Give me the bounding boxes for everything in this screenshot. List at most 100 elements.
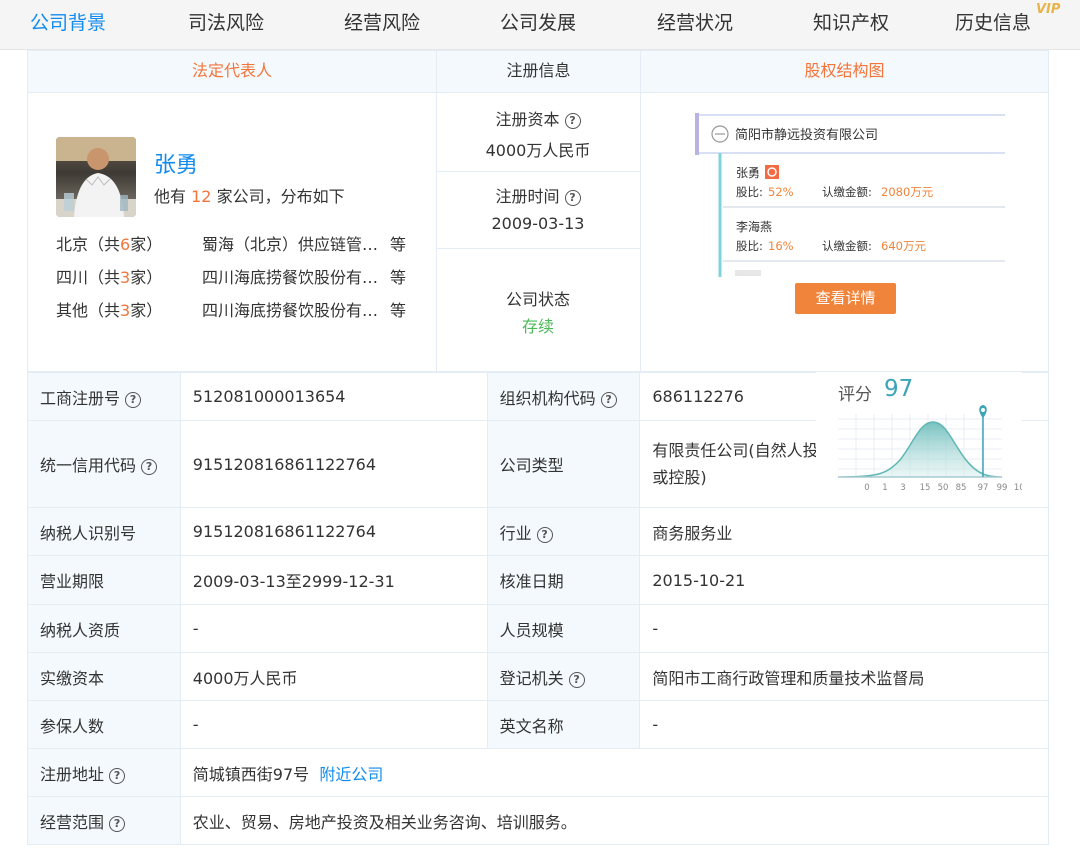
score-tick: 0: [864, 483, 869, 493]
taxpayer-qual-label: 纳税人资质: [27, 604, 181, 653]
help-icon[interactable]: ?: [564, 113, 581, 129]
region-etc: 等: [390, 268, 407, 287]
business-scope-label: 经营范围?: [27, 796, 181, 845]
top-nav: 公司背景 司法风险 经营风险 公司发展 经营状况 知识产权 历史信息 VIP: [0, 0, 1080, 50]
holder-name: 张勇: [736, 166, 760, 180]
score-tick: 85: [956, 483, 967, 493]
nearby-companies-link[interactable]: 附近公司: [319, 765, 383, 784]
tab-judicial-risk[interactable]: 司法风险: [188, 8, 264, 35]
term-value: 2009-03-13至2999-12-31: [179, 555, 488, 605]
approval-date-label: 核准日期: [486, 555, 641, 605]
holder-ratio-label: 股比:: [736, 185, 763, 199]
region-company-link[interactable]: 四川海底捞餐饮股份有限公司: [202, 264, 380, 288]
reg-date-value: 2009-03-13: [491, 214, 585, 233]
company-type-label: 公司类型: [486, 420, 641, 508]
help-icon[interactable]: ?: [141, 459, 158, 475]
region-label: 其他（共3家）: [56, 301, 163, 320]
table-row: 参保人数 - 英文名称 -: [27, 700, 1049, 749]
insured-value: -: [179, 700, 488, 749]
equity-root-name: 简阳市静远投资有限公司: [735, 127, 878, 143]
divider: [640, 51, 641, 371]
score-tick: 3: [900, 483, 905, 493]
equity-header: 股权结构图: [641, 51, 1048, 93]
region-etc: 等: [390, 235, 407, 254]
score-tick: 50: [938, 483, 949, 493]
insured-label: 参保人数: [27, 700, 181, 749]
table-row: 实缴资本 4000万人民币 登记机关? 简阳市工商行政管理和质量技术监督局: [27, 652, 1049, 701]
legal-rep-avatar[interactable]: [56, 137, 136, 217]
region-label: 四川（共3家）: [56, 268, 163, 287]
reg-date-label: 注册时间?: [436, 183, 640, 207]
help-icon[interactable]: ?: [109, 767, 126, 784]
term-label: 营业期限: [27, 555, 181, 605]
holder-ratio: 16%: [768, 239, 794, 253]
reg-capital-value: 4000万人民币: [485, 141, 591, 160]
holder-ratio-label: 股比:: [736, 239, 763, 253]
legal-rep-company-count: 他有 12 家公司，分布如下: [154, 187, 345, 206]
taxpayer-id-value: 915120816861122764: [179, 507, 488, 556]
table-row: 注册地址? 简城镇西街97号 附近公司: [27, 748, 1050, 797]
help-icon[interactable]: ?: [568, 671, 585, 688]
company-status-value: 存续: [521, 317, 554, 336]
taxpayer-qual-value: -: [179, 604, 488, 653]
business-scope-value: 农业、贸易、房地产投资及相关业务咨询、培训服务。: [179, 796, 1050, 845]
score-tick: 99: [997, 483, 1008, 493]
table-row: 经营范围? 农业、贸易、房地产投资及相关业务咨询、培训服务。: [27, 796, 1050, 845]
english-name-label: 英文名称: [486, 700, 641, 749]
address-label: 注册地址?: [27, 748, 181, 797]
paid-capital-label: 实缴资本: [27, 652, 181, 701]
score-tick: 100: [1014, 483, 1022, 493]
approval-date-value: 2015-10-21: [639, 555, 1049, 605]
divider: [436, 171, 640, 172]
score-tick: 97: [978, 483, 989, 493]
help-icon[interactable]: ?: [536, 526, 553, 543]
english-name-value: -: [639, 700, 1049, 749]
divider: [436, 248, 640, 249]
tab-company-development[interactable]: 公司发展: [500, 8, 576, 35]
tab-company-background[interactable]: 公司背景: [30, 8, 106, 35]
paid-capital-value: 4000万人民币: [179, 652, 488, 701]
tab-intellectual-property[interactable]: 知识产权: [813, 8, 889, 35]
industry-label: 行业?: [486, 507, 641, 556]
taxpayer-id-label: 纳税人识别号: [27, 507, 181, 556]
company-summary-card: 法定代表人 注册信息 股权结构图 张勇 他有 12 家公司，分布如下 北京（共6…: [27, 50, 1049, 372]
legal-rep-header: 法定代表人: [28, 51, 436, 93]
region-etc: 等: [390, 301, 407, 320]
help-icon[interactable]: ?: [125, 391, 142, 408]
tab-history[interactable]: 历史信息: [955, 8, 1031, 35]
help-icon[interactable]: ?: [564, 190, 581, 206]
address-value: 简城镇西街97号 附近公司: [179, 748, 1050, 797]
company-status-label: 公司状态: [505, 290, 570, 309]
reg-no-label: 工商注册号?: [27, 372, 181, 421]
holder-name: 李海燕: [736, 219, 772, 234]
score-tick: 1: [882, 483, 887, 493]
table-row: 纳税人资质 - 人员规模 -: [27, 604, 1049, 653]
score-widget[interactable]: 评分 97 0 1 3 15 50 85 97 99 1: [816, 372, 1022, 506]
reg-authority-label: 登记机关?: [486, 652, 641, 701]
holder-amount-label: 认缴金额:: [822, 239, 872, 253]
credit-code-value: 915120816861122764: [179, 420, 488, 508]
credit-code-label: 统一信用代码?: [27, 420, 181, 508]
tab-operating-risk[interactable]: 经营风险: [344, 8, 420, 35]
tab-operating-status[interactable]: 经营状况: [657, 8, 733, 35]
reg-no-value: 512081000013654: [179, 372, 488, 421]
industry-value: 商务服务业: [639, 507, 1049, 556]
vip-badge: VIP: [1036, 2, 1061, 17]
equity-diagram[interactable]: 简阳市静远投资有限公司 张勇 股比: 52% 认缴金额: 2080万元 李海燕 …: [695, 113, 1005, 277]
person-badge-icon: [765, 165, 779, 179]
help-icon[interactable]: ?: [600, 391, 617, 408]
help-icon[interactable]: ?: [109, 815, 126, 832]
legal-rep-name[interactable]: 张勇: [154, 147, 198, 179]
holder-amount: 640万元: [881, 239, 926, 253]
view-details-button[interactable]: 查看详情: [795, 283, 896, 314]
reg-authority-value: 简阳市工商行政管理和质量技术监督局: [639, 652, 1049, 701]
org-code-label: 组织机构代码?: [486, 372, 641, 421]
holder-ratio: 52%: [768, 185, 794, 199]
region-company-link[interactable]: 四川海底捞餐饮股份有限公司: [202, 297, 380, 321]
holder-amount: 2080万元: [881, 185, 934, 199]
staff-size-label: 人员规模: [486, 604, 641, 653]
table-row: 营业期限 2009-03-13至2999-12-31 核准日期 2015-10-…: [27, 555, 1049, 605]
table-row: 纳税人识别号 915120816861122764 行业? 商务服务业: [27, 507, 1049, 556]
holder-amount-label: 认缴金额:: [822, 185, 872, 199]
region-company-link[interactable]: 蜀海（北京）供应链管理有限责任公司: [202, 231, 380, 255]
